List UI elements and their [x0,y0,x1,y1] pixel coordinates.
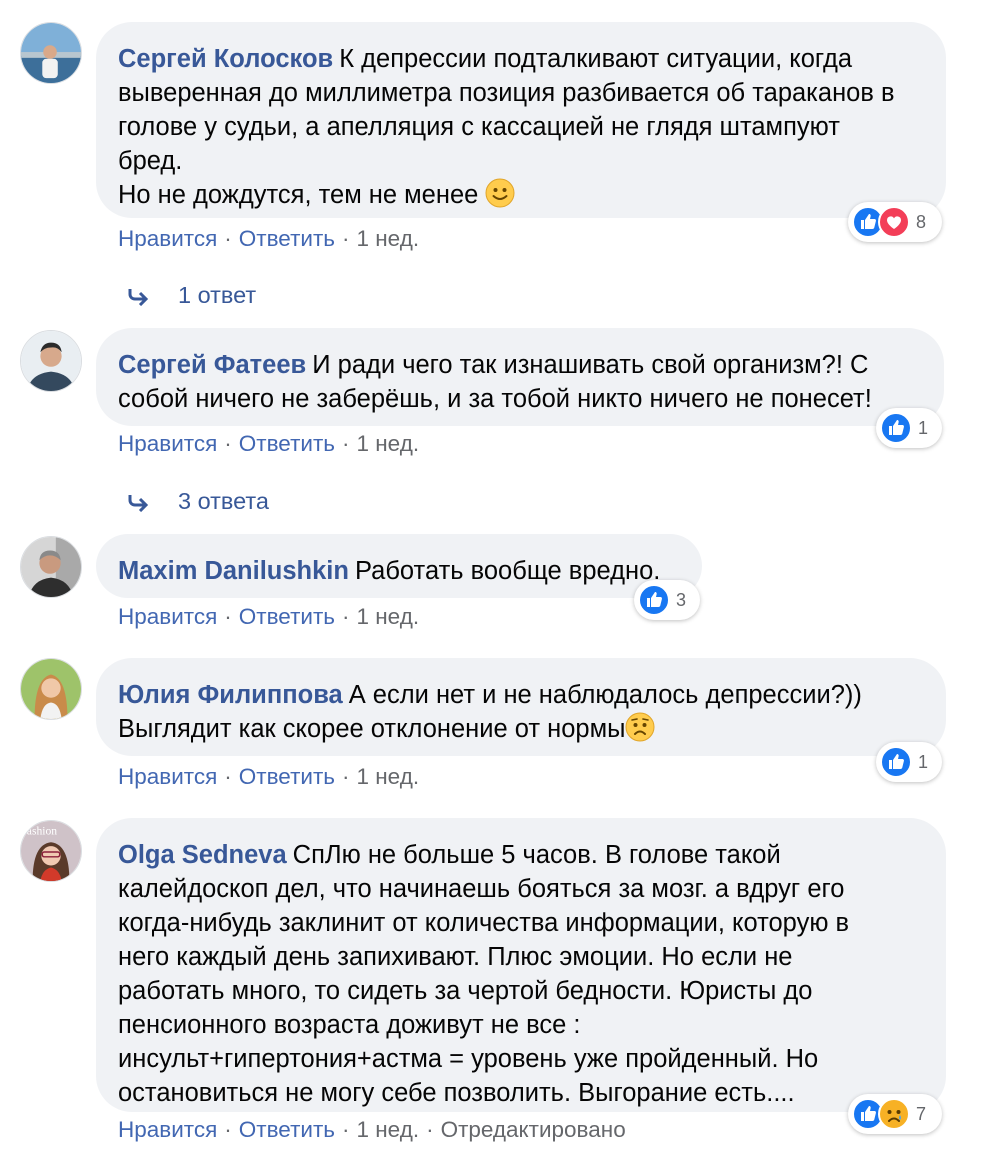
avatar-photo [21,23,81,83]
like-link[interactable]: Нравится [118,226,217,251]
comment-time[interactable]: 1 нед. [356,764,419,789]
comment-author[interactable]: Olga Sedneva [118,841,287,869]
avatar[interactable] [20,330,82,392]
reply-link[interactable]: Ответить [239,604,335,629]
reaction-count: 1 [918,417,929,438]
comment-time[interactable]: 1 нед. [356,226,419,251]
comment-bubble: Olga Sedneva СпЛю не больше 5 часов. В го… [96,818,946,1112]
comment-actions: Нравится · Ответить · 1 нед. [118,764,419,790]
reaction-count: 7 [916,1103,927,1124]
comment-author[interactable]: Maxim Danilushkin [118,557,349,585]
comment-author[interactable]: Юлия Филиппова [118,681,343,709]
comment-actions: Нравится · Ответить · 1 нед. [118,604,419,630]
slightly-smiling-face-icon [485,178,515,208]
like-link[interactable]: Нравится [118,1117,217,1142]
comment-bubble: Maxim Danilushkin Работать вообще вредно. [96,534,702,598]
like-icon [880,412,912,444]
like-link[interactable]: Нравится [118,764,217,789]
comment-bubble: Сергей Фатеев И ради чего так изнашивать … [96,328,944,426]
avatar[interactable] [20,22,82,84]
avatar[interactable] [20,658,82,720]
comment-bubble: Юлия Филиппова А если нет и не наблюдалос… [96,658,946,756]
comment-bubble: Сергей Колосков К депрессии подталкивают … [96,22,946,218]
avatar[interactable] [20,536,82,598]
love-icon [878,206,910,238]
reaction-count: 3 [676,589,687,610]
separator: · [341,226,350,251]
comment-actions: Нравится · Ответить · 1 нед. [118,431,419,457]
worried-face-icon [625,712,655,742]
reactions-summary[interactable]: 1 [876,742,942,782]
edited-label[interactable]: Отредактировано [441,1117,626,1142]
comment-time[interactable]: 1 нед. [356,1117,419,1142]
like-link[interactable]: Нравится [118,604,217,629]
like-icon [638,584,670,616]
like-link[interactable]: Нравится [118,431,217,456]
reaction-count: 8 [916,211,927,232]
reactions-summary[interactable]: 7 [848,1094,942,1134]
avatar-watermark-text: ashion [27,825,58,838]
avatar[interactable]: ashion [20,820,82,882]
comment-author[interactable]: Сергей Колосков [118,45,333,73]
separator: · [224,431,232,456]
replies-count: 1 ответ [178,282,257,308]
separator: · [341,604,350,629]
separator: · [426,1117,434,1142]
reply-link[interactable]: Ответить [239,764,335,789]
sad-icon [878,1098,910,1130]
reactions-summary[interactable]: 8 [848,202,942,242]
reaction-count: 1 [918,751,929,772]
comment-text: Работать вообще вредно. [354,557,661,585]
view-replies-link[interactable]: 1 ответ [128,282,256,309]
reactions-summary[interactable]: 3 [634,580,700,620]
separator: · [341,764,350,789]
comment-actions: Нравится · Ответить · 1 нед. [118,226,419,252]
avatar-photo [21,331,81,391]
reply-link[interactable]: Ответить [239,431,335,456]
comment-actions: Нравится · Ответить · 1 нед. · Отредактировано [118,1117,626,1143]
comment-text: СпЛю не больше 5 часов. В голове такой к… [118,841,850,1107]
reactions-summary[interactable]: 1 [876,408,942,448]
separator: · [224,764,232,789]
reply-link[interactable]: Ответить [239,226,335,251]
comment-time[interactable]: 1 нед. [356,431,419,456]
avatar-photo [21,659,81,719]
separator: · [224,604,232,629]
avatar-photo: ashion [21,821,81,881]
like-icon [880,746,912,778]
separator: · [224,226,232,251]
separator: · [224,1117,232,1142]
separator: · [341,1117,350,1142]
replies-count: 3 ответа [178,488,269,514]
reply-arrow-icon [128,494,149,512]
separator: · [341,431,350,456]
avatar-photo [21,537,81,597]
reply-link[interactable]: Ответить [239,1117,335,1142]
comment-time[interactable]: 1 нед. [356,604,419,629]
reply-arrow-icon [128,288,149,306]
view-replies-link[interactable]: 3 ответа [128,488,269,515]
comment-author[interactable]: Сергей Фатеев [118,351,306,379]
